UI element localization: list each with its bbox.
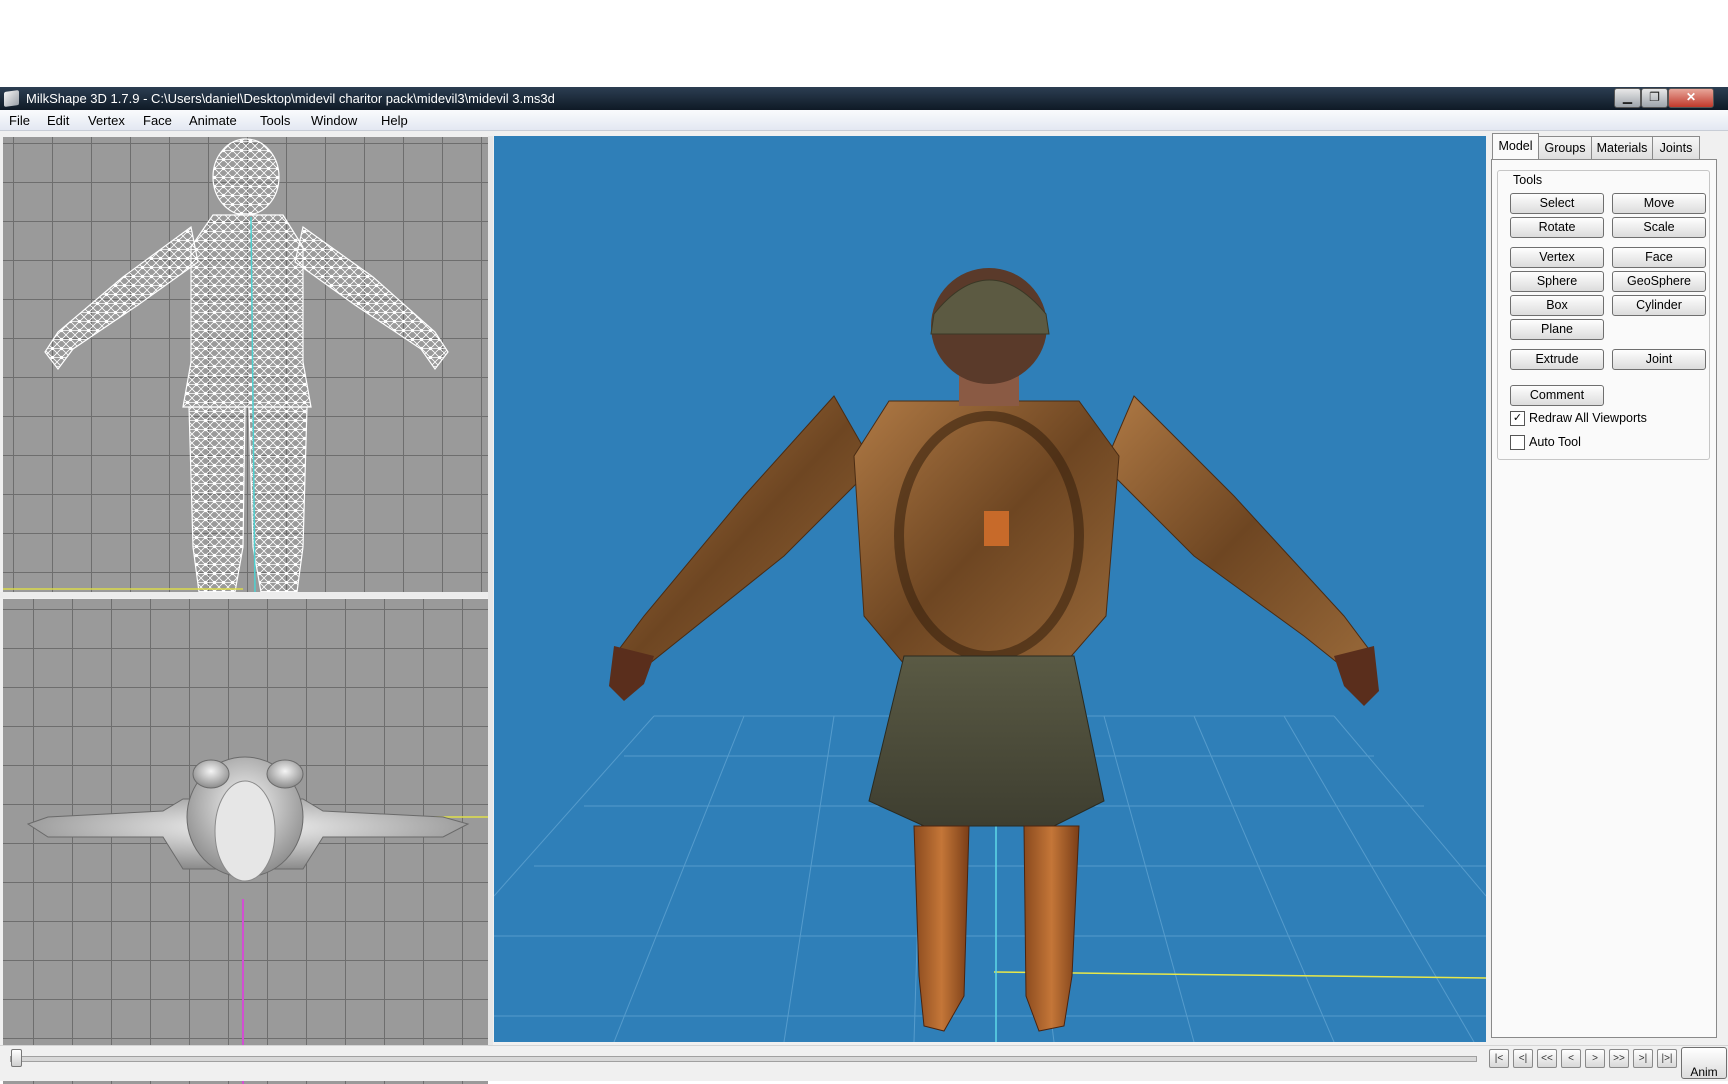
- first-frame-button[interactable]: |<: [1489, 1049, 1509, 1068]
- scale-button[interactable]: Scale: [1612, 217, 1706, 238]
- box-button[interactable]: Box: [1510, 295, 1604, 316]
- prev-frame-button[interactable]: <: [1561, 1049, 1581, 1068]
- menu-face[interactable]: Face: [143, 113, 172, 128]
- geosphere-button[interactable]: GeoSphere: [1612, 271, 1706, 292]
- model-tab-content: Tools Select Move Rotate Scale Vertex Fa…: [1491, 159, 1717, 1038]
- face-button[interactable]: Face: [1612, 247, 1706, 268]
- last-frame-button[interactable]: |>|: [1657, 1049, 1677, 1068]
- rotate-button[interactable]: Rotate: [1510, 217, 1604, 238]
- minimize-button[interactable]: ▁: [1614, 88, 1641, 108]
- cylinder-button[interactable]: Cylinder: [1612, 295, 1706, 316]
- front-viewport[interactable]: [3, 137, 488, 592]
- menu-edit[interactable]: Edit: [47, 113, 69, 128]
- extrude-button[interactable]: Extrude: [1510, 349, 1604, 370]
- viewport-splitter-horizontal[interactable]: [0, 592, 490, 598]
- menu-tools[interactable]: Tools: [260, 113, 290, 128]
- timeline-slider-track[interactable]: [10, 1056, 1477, 1062]
- comment-button[interactable]: Comment: [1510, 385, 1604, 406]
- perspective-viewport[interactable]: [494, 136, 1486, 1042]
- tab-joints[interactable]: Joints: [1652, 136, 1700, 159]
- right-tool-panel: Model Groups Materials Joints Tools Sele…: [1490, 133, 1728, 1042]
- tab-materials[interactable]: Materials: [1591, 136, 1653, 159]
- rewind-button[interactable]: <<: [1537, 1049, 1557, 1068]
- redraw-all-viewports-checkbox[interactable]: ✓: [1510, 411, 1525, 426]
- joint-button[interactable]: Joint: [1612, 349, 1706, 370]
- tab-model[interactable]: Model: [1492, 133, 1539, 160]
- menu-animate[interactable]: Animate: [189, 113, 237, 128]
- viewport-splitter-vertical[interactable]: [488, 136, 493, 1080]
- window-title: MilkShape 3D 1.7.9 - C:\Users\daniel\Des…: [26, 91, 555, 106]
- menu-bar: File Edit Vertex Face Animate Tools Wind…: [0, 110, 1728, 131]
- application-window: MilkShape 3D 1.7.9 - C:\Users\daniel\Des…: [0, 87, 1728, 1084]
- maximize-button[interactable]: ❐: [1641, 88, 1668, 108]
- prev-key-button[interactable]: <|: [1513, 1049, 1533, 1068]
- move-button[interactable]: Move: [1612, 193, 1706, 214]
- milkshape-app-icon[interactable]: [4, 89, 19, 108]
- select-button[interactable]: Select: [1510, 193, 1604, 214]
- auto-tool-label: Auto Tool: [1529, 435, 1581, 449]
- title-bar[interactable]: MilkShape 3D 1.7.9 - C:\Users\daniel\Des…: [0, 87, 1728, 110]
- shaded-model-top: [26, 756, 488, 1084]
- vertex-button[interactable]: Vertex: [1510, 247, 1604, 268]
- close-button[interactable]: ✕: [1668, 88, 1714, 108]
- anim-toggle-button[interactable]: Anim: [1681, 1047, 1727, 1079]
- redraw-all-viewports-label: Redraw All Viewports: [1529, 411, 1647, 425]
- textured-model-3d: [494, 268, 1486, 1042]
- timeline-slider-thumb[interactable]: [11, 1049, 22, 1067]
- auto-tool-checkbox[interactable]: [1510, 435, 1525, 450]
- top-viewport[interactable]: [3, 599, 488, 1084]
- tools-group-label: Tools: [1510, 173, 1546, 187]
- next-key-button[interactable]: >|: [1633, 1049, 1653, 1068]
- animation-timeline-bar: |< <| << < > >> >| |>| Anim: [0, 1045, 1728, 1081]
- next-frame-button[interactable]: >: [1585, 1049, 1605, 1068]
- plane-button[interactable]: Plane: [1510, 319, 1604, 340]
- menu-help[interactable]: Help: [381, 113, 408, 128]
- fast-forward-button[interactable]: >>: [1609, 1049, 1629, 1068]
- tools-groupbox: Tools Select Move Rotate Scale Vertex Fa…: [1497, 170, 1710, 460]
- tab-groups[interactable]: Groups: [1538, 136, 1592, 159]
- menu-vertex[interactable]: Vertex: [88, 113, 125, 128]
- menu-window[interactable]: Window: [311, 113, 357, 128]
- menu-file[interactable]: File: [9, 113, 30, 128]
- wireframe-model: [3, 138, 449, 592]
- sphere-button[interactable]: Sphere: [1510, 271, 1604, 292]
